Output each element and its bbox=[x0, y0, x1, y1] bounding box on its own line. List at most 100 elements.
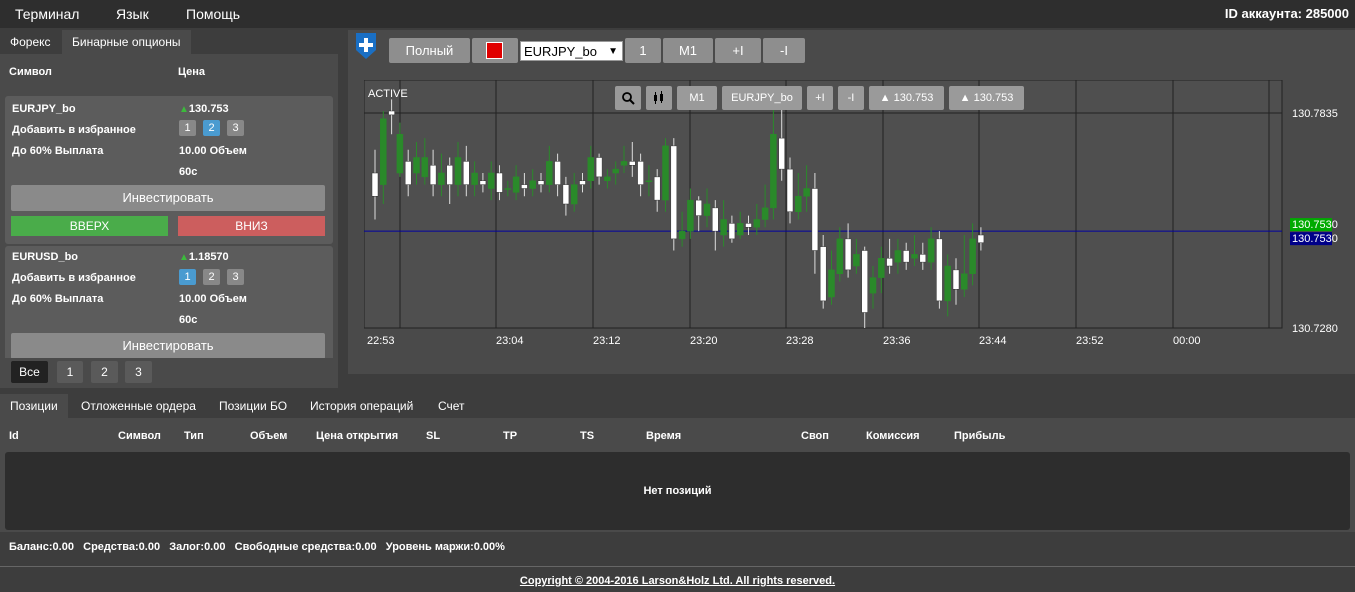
fav-button-1[interactable]: 1 bbox=[179, 120, 196, 136]
card-duration: 60с bbox=[179, 314, 198, 326]
color-picker[interactable] bbox=[472, 38, 518, 63]
tab-account[interactable]: Счет bbox=[428, 394, 475, 418]
candle-body bbox=[678, 230, 686, 240]
candle-body bbox=[687, 199, 694, 232]
free-margin: Свободные средства:0.00 bbox=[234, 541, 377, 553]
copyright-link[interactable]: Copyright © 2004-2016 Larson&Holz Ltd. A… bbox=[0, 575, 1355, 587]
balance: Баланс:0.00 bbox=[9, 541, 74, 553]
candle-body bbox=[712, 207, 719, 232]
col-swap[interactable]: Своп bbox=[801, 430, 829, 442]
instrument-tabs: Форекс Бинарные опционы bbox=[0, 30, 338, 54]
candle-body bbox=[546, 161, 553, 185]
full-button[interactable]: Полный bbox=[389, 38, 470, 63]
zoom-icon[interactable] bbox=[615, 86, 641, 110]
candle-body bbox=[961, 273, 968, 290]
menu-terminal[interactable]: Терминал bbox=[15, 6, 79, 22]
chart-symbol[interactable]: EURJPY_bo bbox=[722, 86, 802, 110]
col-open-price[interactable]: Цена открытия bbox=[316, 430, 398, 442]
col-time[interactable]: Время bbox=[646, 430, 681, 442]
col-type[interactable]: Тип bbox=[184, 430, 204, 442]
bid-price[interactable]: ▲ 130.753 bbox=[869, 86, 944, 110]
candle-body bbox=[819, 246, 827, 302]
col-tp[interactable]: TP bbox=[503, 430, 517, 442]
down-button[interactable]: ВНИЗ bbox=[178, 216, 325, 236]
col-profit[interactable]: Прибыль bbox=[954, 430, 1005, 442]
candle-body bbox=[504, 188, 512, 190]
instrument-list[interactable]: EURJPY_bo ▲130.753 Добавить в избранное … bbox=[5, 96, 333, 358]
ask-price[interactable]: ▲ 130.753 bbox=[949, 86, 1024, 110]
button-1[interactable]: 1 bbox=[625, 38, 661, 63]
col-volume[interactable]: Объем bbox=[250, 430, 287, 442]
up-button[interactable]: ВВЕРХ bbox=[11, 216, 168, 236]
menu-bar: Терминал Язык Помощь ID аккаунта: 285000 bbox=[0, 0, 1355, 28]
zoom-in-button[interactable]: +I bbox=[715, 38, 761, 63]
menu-language[interactable]: Язык bbox=[116, 6, 149, 22]
filter-2[interactable]: 2 bbox=[91, 361, 118, 383]
col-sl[interactable]: SL bbox=[426, 430, 440, 442]
col-ts[interactable]: TS bbox=[580, 430, 594, 442]
invest-button[interactable]: Инвестировать bbox=[11, 185, 325, 211]
equity: Средства:0.00 bbox=[83, 541, 161, 553]
candle-body bbox=[579, 180, 586, 185]
candle-body bbox=[471, 172, 478, 185]
candle-body bbox=[487, 172, 495, 189]
col-symbol: Символ bbox=[9, 66, 52, 78]
x-tick-label: 23:36 bbox=[883, 335, 911, 347]
candlestick-chart[interactable]: 22:53 23:04 23:12 23:20 23:28 23:36 23:44 23:52… bbox=[363, 79, 1354, 348]
candle-body bbox=[720, 219, 727, 236]
candles-icon[interactable] bbox=[646, 86, 672, 110]
candle-body bbox=[944, 265, 951, 302]
candle-body bbox=[745, 223, 752, 228]
candle-body bbox=[803, 188, 810, 197]
col-id[interactable]: Id bbox=[9, 430, 19, 442]
chart-zoom-out[interactable]: -I bbox=[838, 86, 864, 110]
color-swatch bbox=[486, 42, 503, 59]
fav-button-1[interactable]: 1 bbox=[179, 269, 196, 285]
candle-body bbox=[728, 223, 736, 240]
x-tick-label: 23:52 bbox=[1076, 335, 1104, 347]
timeframe-button[interactable]: M1 bbox=[663, 38, 713, 63]
col-symbol[interactable]: Символ bbox=[118, 430, 161, 442]
candle-body bbox=[388, 110, 395, 116]
candle-body bbox=[786, 168, 794, 212]
candle-body bbox=[371, 172, 379, 197]
col-commission[interactable]: Комиссия bbox=[866, 430, 920, 442]
candle-body bbox=[695, 199, 702, 216]
candle-body bbox=[811, 188, 819, 251]
fav-button-2[interactable]: 2 bbox=[203, 269, 220, 285]
tab-positions[interactable]: Позиции bbox=[0, 394, 68, 418]
instruments-panel: Форекс Бинарные опционы Символ Цена EURJ… bbox=[0, 30, 338, 388]
fav-button-3[interactable]: 3 bbox=[227, 120, 244, 136]
tab-bo-positions[interactable]: Позиции БО bbox=[209, 394, 297, 418]
candle-body bbox=[645, 180, 653, 182]
tab-pending-orders[interactable]: Отложенные ордера bbox=[71, 394, 206, 418]
candle-body bbox=[902, 250, 910, 263]
filter-3[interactable]: 3 bbox=[125, 361, 152, 383]
candle-body bbox=[521, 184, 528, 189]
chart-timeframe[interactable]: M1 bbox=[677, 86, 717, 110]
tab-binary-options[interactable]: Бинарные опционы bbox=[62, 30, 191, 54]
menu-help[interactable]: Помощь bbox=[186, 6, 240, 22]
candle-body bbox=[454, 157, 462, 185]
symbol-select[interactable]: EURJPY_bo ▼ bbox=[520, 41, 623, 61]
candle-body bbox=[620, 161, 628, 166]
card-symbol: EURJPY_bo bbox=[12, 103, 76, 115]
candle-body bbox=[927, 238, 935, 263]
card-fav-label: Добавить в избранное bbox=[12, 272, 136, 284]
candle-body bbox=[404, 161, 412, 185]
fav-button-2[interactable]: 2 bbox=[203, 120, 220, 136]
tab-history[interactable]: История операций bbox=[300, 394, 423, 418]
filter-1[interactable]: 1 bbox=[57, 361, 83, 383]
chart-zoom-in[interactable]: +I bbox=[807, 86, 833, 110]
invest-button[interactable]: Инвестировать bbox=[11, 333, 325, 358]
filter-all[interactable]: Все bbox=[11, 361, 48, 383]
candle-body bbox=[595, 157, 603, 178]
y-tick-label: 130.7835 bbox=[1292, 108, 1338, 120]
add-chart-icon[interactable] bbox=[354, 32, 378, 60]
account-id: ID аккаунта: 285000 bbox=[1224, 6, 1349, 21]
price-tag-label: 130.7530 bbox=[1292, 233, 1338, 245]
tab-forex[interactable]: Форекс bbox=[0, 30, 61, 54]
fav-button-3[interactable]: 3 bbox=[227, 269, 244, 285]
chart-area[interactable]: 22:53 23:04 23:12 23:20 23:28 23:36 23:44 23:52… bbox=[363, 79, 1354, 348]
zoom-out-button[interactable]: -I bbox=[763, 38, 805, 63]
